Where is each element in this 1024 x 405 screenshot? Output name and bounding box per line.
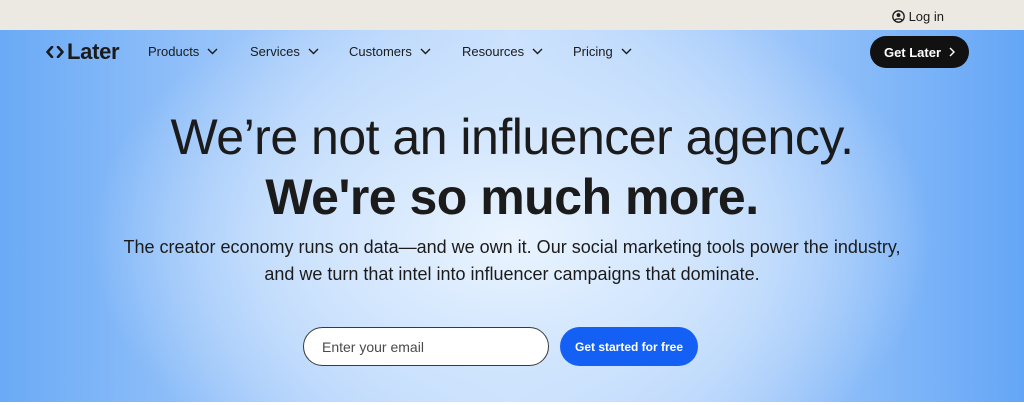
nav-services[interactable]: Services <box>250 44 319 59</box>
nav-customers[interactable]: Customers <box>349 44 431 59</box>
nav-products[interactable]: Products <box>148 44 218 59</box>
double-chevron-icon <box>46 46 64 58</box>
utility-bar: Log in <box>0 0 1024 30</box>
nav-customers-label: Customers <box>349 44 412 59</box>
logo[interactable]: Later <box>46 39 120 65</box>
main-nav: Later Products Services Customers Resour… <box>0 30 1024 74</box>
get-later-label: Get Later <box>883 44 942 60</box>
hero-headline-line2: We're so much more. <box>265 169 759 225</box>
email-input[interactable] <box>303 327 549 366</box>
chevron-down-icon <box>207 48 218 55</box>
login-link[interactable]: Log in <box>891 9 944 24</box>
chevron-right-icon <box>949 47 956 57</box>
nav-pricing-label: Pricing <box>573 44 613 59</box>
get-later-button[interactable]: Get Later <box>870 36 969 68</box>
chevron-down-icon <box>532 48 543 55</box>
hero-headline-line1: We’re not an influencer agency. <box>170 109 854 165</box>
nav-products-label: Products <box>148 44 200 59</box>
chevron-down-icon <box>420 48 431 55</box>
nav-resources-label: Resources <box>462 44 525 59</box>
nav-resources[interactable]: Resources <box>462 44 543 59</box>
chevron-down-icon <box>308 48 319 55</box>
logo-text: Later <box>67 39 120 64</box>
nav-services-label: Services <box>250 44 300 59</box>
get-started-button[interactable]: Get started for free <box>560 327 698 366</box>
hero-section: Later Products Services Customers Resour… <box>0 30 1024 402</box>
chevron-down-icon <box>621 48 632 55</box>
user-circle-icon <box>891 10 905 23</box>
hero-subtext: The creator economy runs on data—and we … <box>123 237 901 284</box>
nav-pricing[interactable]: Pricing <box>573 44 632 59</box>
login-label: Log in <box>908 9 944 24</box>
